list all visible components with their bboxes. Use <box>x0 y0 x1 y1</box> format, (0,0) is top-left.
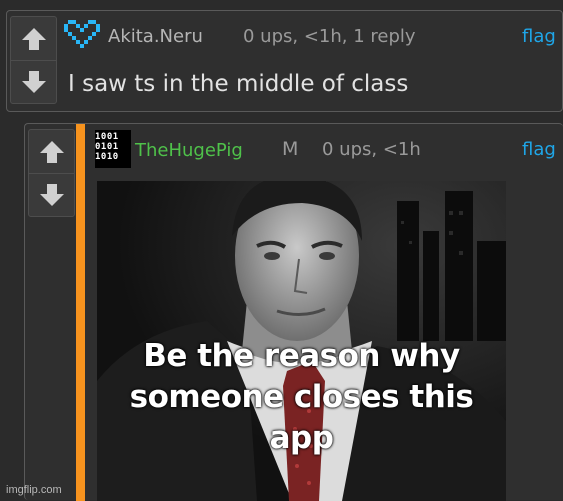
comment-text: I saw ts in the middle of class <box>68 71 409 97</box>
vote-box <box>28 129 75 217</box>
comment-meta: 0 ups, <1h, 1 reply <box>243 26 416 47</box>
pixel-heart-icon <box>64 20 100 48</box>
comment: Akita.Neru 0 ups, <1h, 1 reply flag I sa… <box>6 10 563 112</box>
flag-link[interactable]: flag <box>522 139 556 160</box>
meme-caption-line: someone closes this <box>129 379 474 415</box>
binary-digits-icon: 1001 0101 1010 <box>95 132 131 162</box>
upvote-button[interactable] <box>29 130 74 174</box>
meme-caption-line: Be the reason why <box>143 338 460 374</box>
avatar[interactable] <box>64 16 100 52</box>
arrow-up-icon <box>39 140 64 163</box>
avatar-text-line: 1010 <box>95 152 119 162</box>
downvote-button[interactable] <box>29 173 74 216</box>
comment-meta: 0 ups, <1h <box>322 139 421 160</box>
vote-box <box>10 16 57 104</box>
flag-link[interactable]: flag <box>522 26 556 47</box>
watermark: imgflip.com <box>6 484 62 496</box>
arrow-down-icon <box>39 183 64 206</box>
reply-comment: 1001 0101 1010 TheHugePig M 0 ups, <1h f… <box>24 123 563 501</box>
avatar[interactable]: 1001 0101 1010 <box>95 130 131 168</box>
username[interactable]: TheHugePig <box>135 140 243 161</box>
meme-caption-line: app <box>269 420 334 456</box>
downvote-button[interactable] <box>11 60 56 103</box>
avatar-text-line: 0101 <box>95 142 119 152</box>
meme-caption: Be the reason why someone closes this ap… <box>97 336 506 459</box>
username[interactable]: Akita.Neru <box>108 26 203 47</box>
mod-badge: M <box>282 138 299 160</box>
arrow-up-icon <box>21 27 46 50</box>
reply-indicator-stripe <box>76 124 85 501</box>
upvote-button[interactable] <box>11 17 56 61</box>
meme-image[interactable]: Be the reason why someone closes this ap… <box>97 181 506 501</box>
arrow-down-icon <box>21 70 46 93</box>
avatar-text-line: 1001 <box>95 132 119 142</box>
